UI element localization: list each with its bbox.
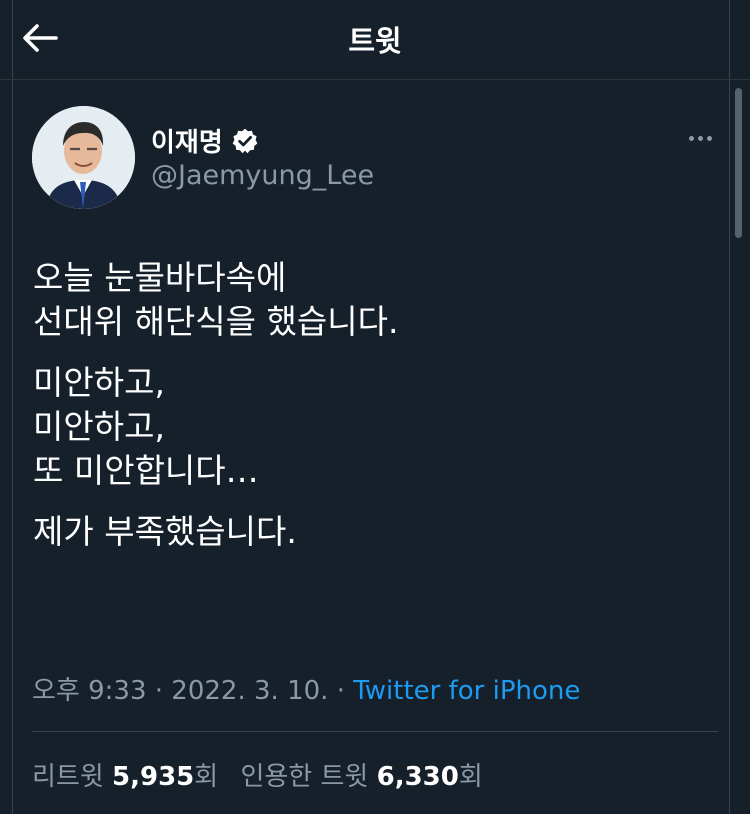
tweet-line: 오늘 눈물바다속에	[33, 258, 287, 297]
author-display-name[interactable]: 이재명	[151, 122, 223, 159]
tweet-date[interactable]: 2022. 3. 10.	[171, 676, 328, 706]
tweet-paragraph: 미안하고, 미안하고, 또 미안합니다…	[33, 361, 713, 493]
scrollbar-thumb[interactable]	[735, 88, 742, 238]
tweet-line: 제가 부족했습니다.	[33, 512, 297, 551]
retweets-unit: 회	[194, 762, 219, 792]
tweet-source-link[interactable]: Twitter for iPhone	[353, 676, 580, 706]
divider	[32, 731, 718, 732]
author-name-row: 이재명	[151, 122, 259, 159]
tweet-time[interactable]: 오후 9:33	[32, 676, 147, 706]
tweet-paragraph: 제가 부족했습니다.	[33, 510, 713, 554]
quotes-unit: 회	[458, 762, 483, 792]
meta-separator: ·	[154, 676, 164, 706]
verified-badge-icon	[232, 128, 258, 153]
quotes-label: 인용한 트윗	[240, 762, 369, 792]
tweet-metadata: 오후 9:33 · 2022. 3. 10. · Twitter for iPh…	[32, 670, 580, 707]
tweet-stats: 리트윗 5,935회 인용한 트윗 6,330회	[32, 756, 497, 793]
retweets-count: 5,935	[112, 762, 195, 792]
quotes-count: 6,330	[376, 762, 459, 792]
tweet-line: 선대위 해단식을 했습니다.	[33, 302, 399, 341]
tweet-paragraph: 오늘 눈물바다속에 선대위 해단식을 했습니다.	[33, 256, 713, 344]
dot-icon	[688, 135, 694, 141]
dot-icon	[697, 135, 703, 141]
dot-icon	[706, 135, 712, 141]
profile-photo	[32, 106, 135, 209]
top-header: 트윗	[0, 0, 750, 80]
author-handle[interactable]: @Jaemyung_Lee	[151, 160, 374, 191]
more-options-button[interactable]	[684, 128, 716, 148]
tweet-text: 오늘 눈물바다속에 선대위 해단식을 했습니다. 미안하고, 미안하고, 또 미…	[33, 256, 713, 571]
tweet-line: 미안하고,	[33, 407, 165, 446]
quote-tweets-stat[interactable]: 인용한 트윗 6,330회	[240, 762, 482, 792]
retweets-stat[interactable]: 리트윗 5,935회	[32, 762, 218, 792]
meta-separator: ·	[336, 676, 345, 706]
avatar[interactable]	[32, 106, 135, 209]
tweet-line: 또 미안합니다…	[33, 451, 259, 490]
page-title: 트윗	[348, 24, 402, 58]
retweets-label: 리트윗	[32, 762, 104, 792]
tweet-line: 미안하고,	[33, 363, 165, 402]
